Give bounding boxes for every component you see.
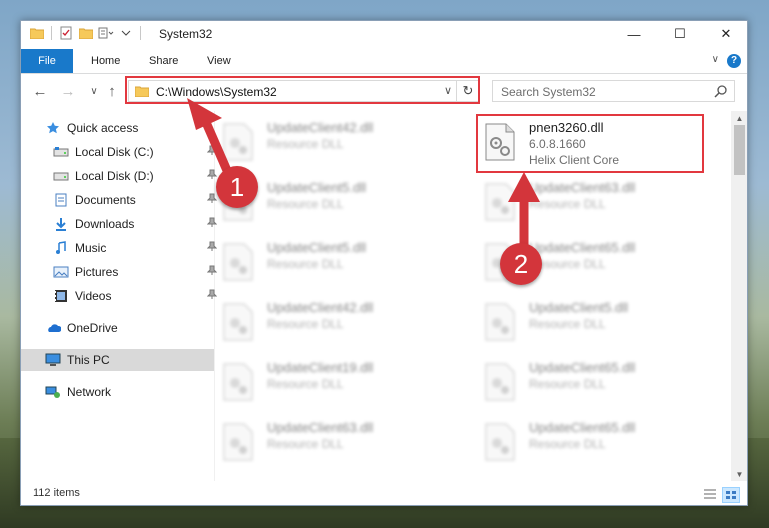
step-2-badge: 2 — [500, 243, 542, 285]
step-1-badge: 1 — [216, 166, 258, 208]
arrow-1-head — [187, 98, 222, 130]
arrow-2-head — [508, 172, 540, 202]
annotation-arrows — [187, 98, 540, 246]
